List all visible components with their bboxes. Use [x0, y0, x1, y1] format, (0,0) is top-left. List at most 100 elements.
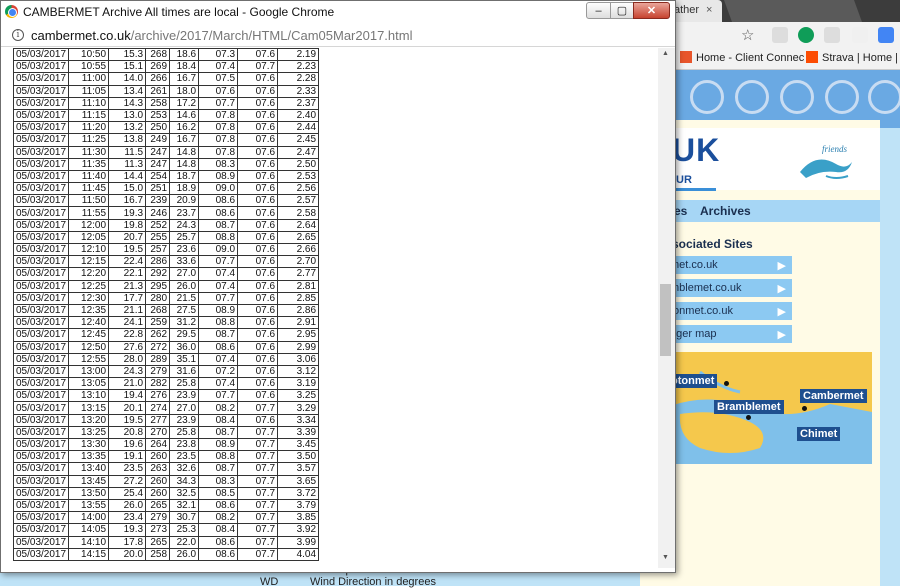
table-row: 05/03/2017 10:50 15.3 268 18.6 07.3 07.6 2.19	[12, 48, 320, 62]
table-cell: 05/03/2017	[12, 72, 70, 86]
table-cell: 3.12	[277, 364, 320, 379]
popup-window: CAMBERMET Archive All times are local - …	[0, 0, 676, 573]
table-cell: 2.45	[277, 133, 320, 147]
sun-icon	[735, 80, 769, 114]
maximize-button[interactable]: ▢	[610, 2, 634, 19]
table-cell: 273	[145, 523, 171, 537]
table-cell: 263	[145, 462, 171, 476]
table-cell: 12:00	[68, 218, 110, 232]
nav-item[interactable]: es	[674, 204, 687, 218]
extension-icon[interactable]	[798, 27, 814, 43]
table-cell: 05/03/2017	[12, 291, 70, 305]
table-cell: 276	[145, 389, 171, 403]
map-label-bramblemet[interactable]: Bramblemet	[714, 400, 784, 414]
table-cell: 05/03/2017	[12, 279, 70, 293]
scroll-down-arrow-icon[interactable]: ▼	[662, 554, 669, 561]
minimize-button[interactable]: –	[586, 2, 611, 19]
bookmark-home-client[interactable]: Home - Client Connec	[680, 51, 804, 64]
table-cell: 09.0	[198, 242, 239, 257]
vertical-scrollbar[interactable]: ▲ ▼	[658, 48, 675, 568]
new-tab-button[interactable]	[723, 0, 863, 22]
background-tab[interactable]: ather	[672, 0, 722, 22]
table-cell: 07.6	[237, 133, 279, 147]
table-cell: 3.50	[277, 450, 320, 464]
table-cell: 05/03/2017	[12, 242, 70, 257]
table-cell: 260	[145, 474, 171, 488]
table-cell: 07.6	[237, 194, 279, 208]
table-cell: 08.7	[198, 425, 239, 440]
table-cell: 11:30	[68, 145, 110, 159]
table-cell: 07.6	[237, 255, 279, 269]
table-cell: 13.2	[108, 121, 147, 135]
table-cell: 279	[145, 364, 171, 379]
table-cell: 272	[145, 340, 171, 354]
scrollbar-thumb[interactable]	[660, 284, 671, 356]
table-cell: 30.7	[169, 511, 200, 525]
table-row: 05/03/2017 12:50 27.6 272 36.0 08.6 07.6 2.99	[12, 340, 320, 354]
table-cell: 07.7	[237, 401, 279, 415]
extension-icon[interactable]	[852, 27, 868, 43]
bookmark-strava[interactable]: Strava | Home | G	[806, 51, 900, 64]
table-cell: 07.6	[237, 96, 279, 110]
table-cell: 259	[145, 316, 171, 330]
table-cell: 07.6	[237, 328, 279, 342]
svg-text:friends: friends	[822, 144, 847, 154]
table-cell: 14.4	[108, 169, 147, 184]
table-cell: 05/03/2017	[12, 182, 70, 196]
table-cell: 05/03/2017	[12, 535, 70, 549]
table-cell: 08.4	[198, 523, 239, 537]
table-cell: 13.4	[108, 84, 147, 98]
url-text[interactable]: cambermet.co.uk/archive/2017/March/HTML/…	[31, 28, 412, 43]
drive-icon[interactable]	[878, 27, 894, 43]
table-cell: 265	[145, 535, 171, 549]
tab-close-icon[interactable]: ×	[706, 4, 712, 16]
table-cell: 252	[145, 218, 171, 232]
table-cell: 08.7	[198, 328, 239, 342]
table-cell: 265	[145, 498, 171, 513]
table-row: 05/03/2017 14:10 17.8 265 22.0 08.6 07.7 3.99	[12, 535, 320, 549]
table-cell: 18.0	[169, 84, 200, 98]
table-row: 05/03/2017 13:35 19.1 260 23.5 08.8 07.7 3.50	[12, 450, 320, 464]
table-row: 05/03/2017 11:45 15.0 251 18.9 09.0 07.6 2.56	[12, 182, 320, 196]
table-cell: 08.9	[198, 169, 239, 184]
nav-item-archives[interactable]: Archives	[700, 204, 751, 218]
table-cell: 11:05	[68, 84, 110, 98]
table-cell: 14.6	[169, 108, 200, 123]
table-cell: 277	[145, 413, 171, 427]
table-cell: 05/03/2017	[12, 255, 70, 269]
table-cell: 21.3	[108, 279, 147, 293]
address-bar[interactable]: i cambermet.co.uk/archive/2017/March/HTM…	[1, 23, 675, 47]
table-cell: 07.8	[198, 133, 239, 147]
table-cell: 262	[145, 328, 171, 342]
table-cell: 292	[145, 267, 171, 281]
info-icon[interactable]: i	[12, 29, 24, 41]
table-cell: 2.91	[277, 316, 320, 330]
chrome-icon	[5, 5, 18, 18]
title-bar[interactable]: CAMBERMET Archive All times are local - …	[1, 1, 675, 23]
table-cell: 15.3	[108, 48, 147, 62]
close-button[interactable]: ✕	[633, 2, 670, 19]
friends-logo: friends	[800, 144, 852, 179]
table-cell: 18.7	[169, 169, 200, 184]
table-cell: 266	[145, 72, 171, 86]
background-tab-label: ather	[674, 4, 700, 16]
url-path: /archive/2017/March/HTML/Cam05Mar2017.ht…	[130, 28, 413, 43]
extension-icon[interactable]	[824, 27, 840, 43]
table-cell: 246	[145, 206, 171, 220]
table-cell: 14.8	[169, 157, 200, 171]
table-cell: 2.95	[277, 328, 320, 342]
extension-icon[interactable]	[772, 27, 788, 43]
map-label-cambermet[interactable]: Cambermet	[800, 389, 867, 403]
table-cell: 07.7	[237, 535, 279, 549]
table-cell: 17.7	[108, 291, 147, 305]
table-cell: 05/03/2017	[12, 450, 70, 464]
table-cell: 20.9	[169, 194, 200, 208]
bookmark-star-icon[interactable]: ☆	[741, 26, 754, 44]
table-row: 05/03/2017 12:20 22.1 292 27.0 07.4 07.6 2.77	[12, 267, 320, 281]
map-label-chimet[interactable]: Chimet	[797, 427, 841, 441]
table-row: 05/03/2017 12:10 19.5 257 23.6 09.0 07.6 2.66	[12, 242, 320, 257]
table-row: 05/03/2017 12:40 24.1 259 31.2 08.8 07.6 2.91	[12, 316, 320, 330]
table-cell: 2.64	[277, 218, 320, 232]
scroll-up-arrow-icon[interactable]: ▲	[662, 50, 669, 57]
table-cell: 07.6	[237, 352, 279, 366]
